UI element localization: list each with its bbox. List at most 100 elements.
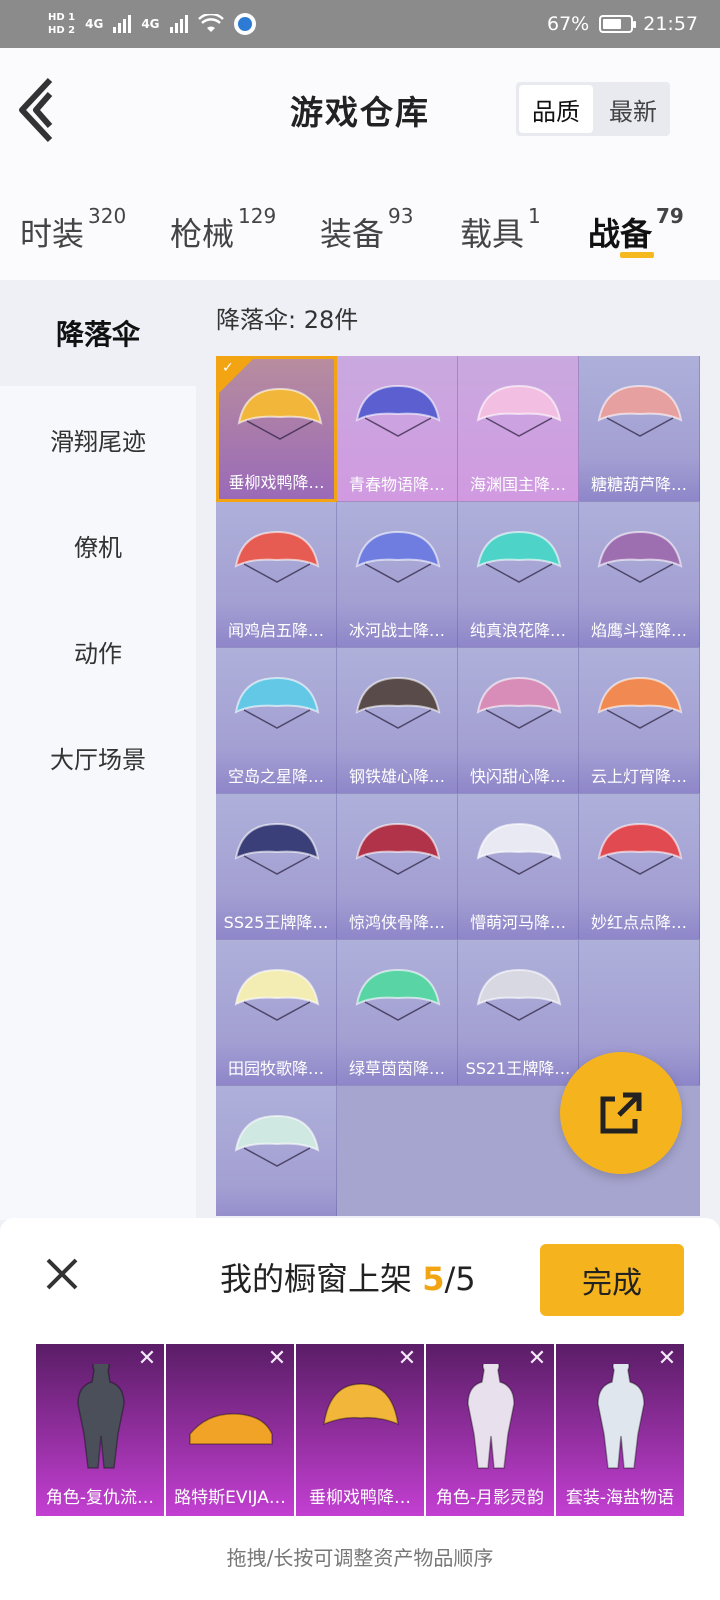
network-type-1: 4G xyxy=(85,17,104,31)
grid-item[interactable]: 垂柳戏鸭降… ✓ xyxy=(216,356,337,502)
grid-item[interactable]: 田园牧歌降… xyxy=(216,940,337,1086)
parachute-icon xyxy=(234,1114,320,1167)
showcase-item-name: 套装-海盐物语 xyxy=(565,1488,675,1508)
tab-count: 320 xyxy=(88,204,127,228)
tab-count: 1 xyxy=(528,204,541,228)
showcase-item-name: 垂柳戏鸭降… xyxy=(309,1488,411,1508)
parachute-icon xyxy=(597,384,683,437)
grid-item[interactable]: 纯真浪花降… xyxy=(458,502,579,648)
showcase-item[interactable]: ✕ 角色-复仇流… xyxy=(36,1344,164,1516)
remove-item-icon[interactable]: ✕ xyxy=(524,1346,550,1372)
tab-gear[interactable]: 战备 79 xyxy=(588,204,684,255)
selected-check-icon: ✓ xyxy=(219,359,253,393)
browser-app-icon xyxy=(233,13,256,35)
grid-item[interactable]: 焰鹰斗篷降… xyxy=(579,502,700,648)
tab-label: 时装 xyxy=(20,215,85,253)
grid-item[interactable]: 绿草茵茵降… xyxy=(337,940,458,1086)
remove-item-icon[interactable]: ✕ xyxy=(654,1346,680,1372)
sidebar: 降落伞 滑翔尾迹 僚机 动作 大厅场景 xyxy=(0,280,196,1220)
item-thumbnail xyxy=(323,1383,399,1426)
grid-item[interactable]: 闻鸡启五降… xyxy=(216,502,337,648)
grid-item-name: 垂柳戏鸭降… xyxy=(228,473,325,492)
grid-item-name: 绿草茵茵降… xyxy=(348,1059,445,1078)
sidebar-item-lobby-scene[interactable]: 大厅场景 xyxy=(0,704,196,810)
remove-item-icon[interactable]: ✕ xyxy=(134,1346,160,1372)
grid-item-name: 快闪甜心降… xyxy=(469,767,566,786)
parachute-icon xyxy=(234,822,320,875)
grid-item-name: 纯真浪花降… xyxy=(469,621,566,640)
showcase-sheet: 我的橱窗上架 5/5 完成 ✕ 角色-复仇流… ✕ 路特斯EVIJA… ✕ 垂柳戏鸭降… ✕… xyxy=(0,1218,720,1600)
item-thumbnail xyxy=(77,1364,125,1469)
grid-item[interactable]: 冰河战士降… xyxy=(337,502,458,648)
showcase-item[interactable]: ✕ 套装-海盐物语 xyxy=(556,1344,684,1516)
grid-item-name: 糖糖葫芦降… xyxy=(590,475,687,494)
parachute-icon xyxy=(355,676,441,729)
status-left: HD 1 HD 2 4G 4G xyxy=(48,11,256,37)
remove-item-icon[interactable]: ✕ xyxy=(394,1346,420,1372)
tab-equipment[interactable]: 装备 93 xyxy=(320,204,413,255)
tab-label: 装备 xyxy=(320,215,385,253)
hd2-label: HD 2 xyxy=(48,25,76,36)
grid-item-name: 云上灯宵降… xyxy=(590,767,687,786)
tab-label: 战备 xyxy=(588,215,653,253)
status-bar: HD 1 HD 2 4G 4G 67% 21:57 xyxy=(0,0,720,48)
close-icon[interactable] xyxy=(40,1252,84,1296)
parachute-icon xyxy=(355,384,441,437)
tab-count: 79 xyxy=(656,204,684,228)
sort-newest-button[interactable]: 最新 xyxy=(596,82,670,136)
grid-item-name: 惊鸿侠骨降… xyxy=(348,913,445,932)
grid-item[interactable]: 海渊国主降… xyxy=(458,356,579,502)
tab-label: 枪械 xyxy=(170,215,235,253)
sort-quality-button[interactable]: 品质 xyxy=(519,85,593,133)
showcase-item-name: 角色-复仇流… xyxy=(45,1488,155,1508)
showcase-item[interactable]: ✕ 垂柳戏鸭降… xyxy=(296,1344,424,1516)
item-thumbnail xyxy=(189,1413,273,1445)
grid-item[interactable] xyxy=(216,1086,337,1216)
remove-item-icon[interactable]: ✕ xyxy=(264,1346,290,1372)
sidebar-item-emote[interactable]: 动作 xyxy=(0,598,196,704)
grid-item[interactable]: 糖糖葫芦降… xyxy=(579,356,700,502)
grid-item[interactable]: 云上灯宵降… xyxy=(579,648,700,794)
showcase-row: ✕ 角色-复仇流… ✕ 路特斯EVIJA… ✕ 垂柳戏鸭降… ✕ 角色-月影灵韵 ✕ 套装-海盐物… xyxy=(36,1344,684,1516)
signal-icon xyxy=(113,15,132,33)
sidebar-item-wingman[interactable]: 僚机 xyxy=(0,492,196,598)
showcase-item[interactable]: ✕ 角色-月影灵韵 xyxy=(426,1344,554,1516)
grid-item[interactable]: 钢铁雄心降… xyxy=(337,648,458,794)
grid-item-name: 田园牧歌降… xyxy=(227,1059,324,1078)
sheet-total: /5 xyxy=(444,1260,476,1298)
sheet-title-text: 我的橱窗上架 xyxy=(220,1260,423,1298)
item-count-label: 降落伞: 28件 xyxy=(216,306,359,334)
clock: 21:57 xyxy=(643,13,698,35)
grid-item-name: 空岛之星降… xyxy=(227,767,324,786)
sidebar-item-parachute[interactable]: 降落伞 xyxy=(0,280,196,386)
grid-item[interactable]: 青春物语降… xyxy=(337,356,458,502)
parachute-icon xyxy=(476,968,562,1021)
reorder-hint: 拖拽/长按可调整资产物品顺序 xyxy=(226,1546,494,1570)
showcase-item[interactable]: ✕ 路特斯EVIJA… xyxy=(166,1344,294,1516)
hd-indicator: HD 1 HD 2 xyxy=(48,11,75,37)
signal-icon-2 xyxy=(169,15,188,33)
tab-weapons[interactable]: 枪械 129 xyxy=(170,204,276,255)
sheet-count: 5 xyxy=(422,1260,445,1298)
battery-icon xyxy=(599,15,637,33)
share-button[interactable] xyxy=(560,1052,682,1174)
item-thumbnail xyxy=(467,1364,515,1469)
grid-item[interactable]: SS21王牌降… xyxy=(458,940,579,1086)
grid-item[interactable]: 空岛之星降… xyxy=(216,648,337,794)
grid-item[interactable]: SS25王牌降… xyxy=(216,794,337,940)
tab-vehicles[interactable]: 载具 1 xyxy=(460,204,541,255)
grid-item-name: SS25王牌降… xyxy=(223,913,329,932)
tab-count: 93 xyxy=(388,204,414,228)
done-button[interactable]: 完成 xyxy=(540,1244,684,1316)
grid-item[interactable]: 懵萌河马降… xyxy=(458,794,579,940)
parachute-icon xyxy=(476,530,562,583)
grid-item-name: SS21王牌降… xyxy=(465,1059,571,1078)
grid-item-name: 懵萌河马降… xyxy=(469,913,566,932)
grid-item[interactable]: 妙红点点降… xyxy=(579,794,700,940)
sidebar-item-glide-trail[interactable]: 滑翔尾迹 xyxy=(0,386,196,492)
grid-item[interactable]: 惊鸿侠骨降… xyxy=(337,794,458,940)
battery-fill xyxy=(603,19,621,29)
tab-fashion[interactable]: 时装 320 xyxy=(20,204,126,255)
grid-item[interactable]: 快闪甜心降… xyxy=(458,648,579,794)
parachute-icon xyxy=(355,822,441,875)
